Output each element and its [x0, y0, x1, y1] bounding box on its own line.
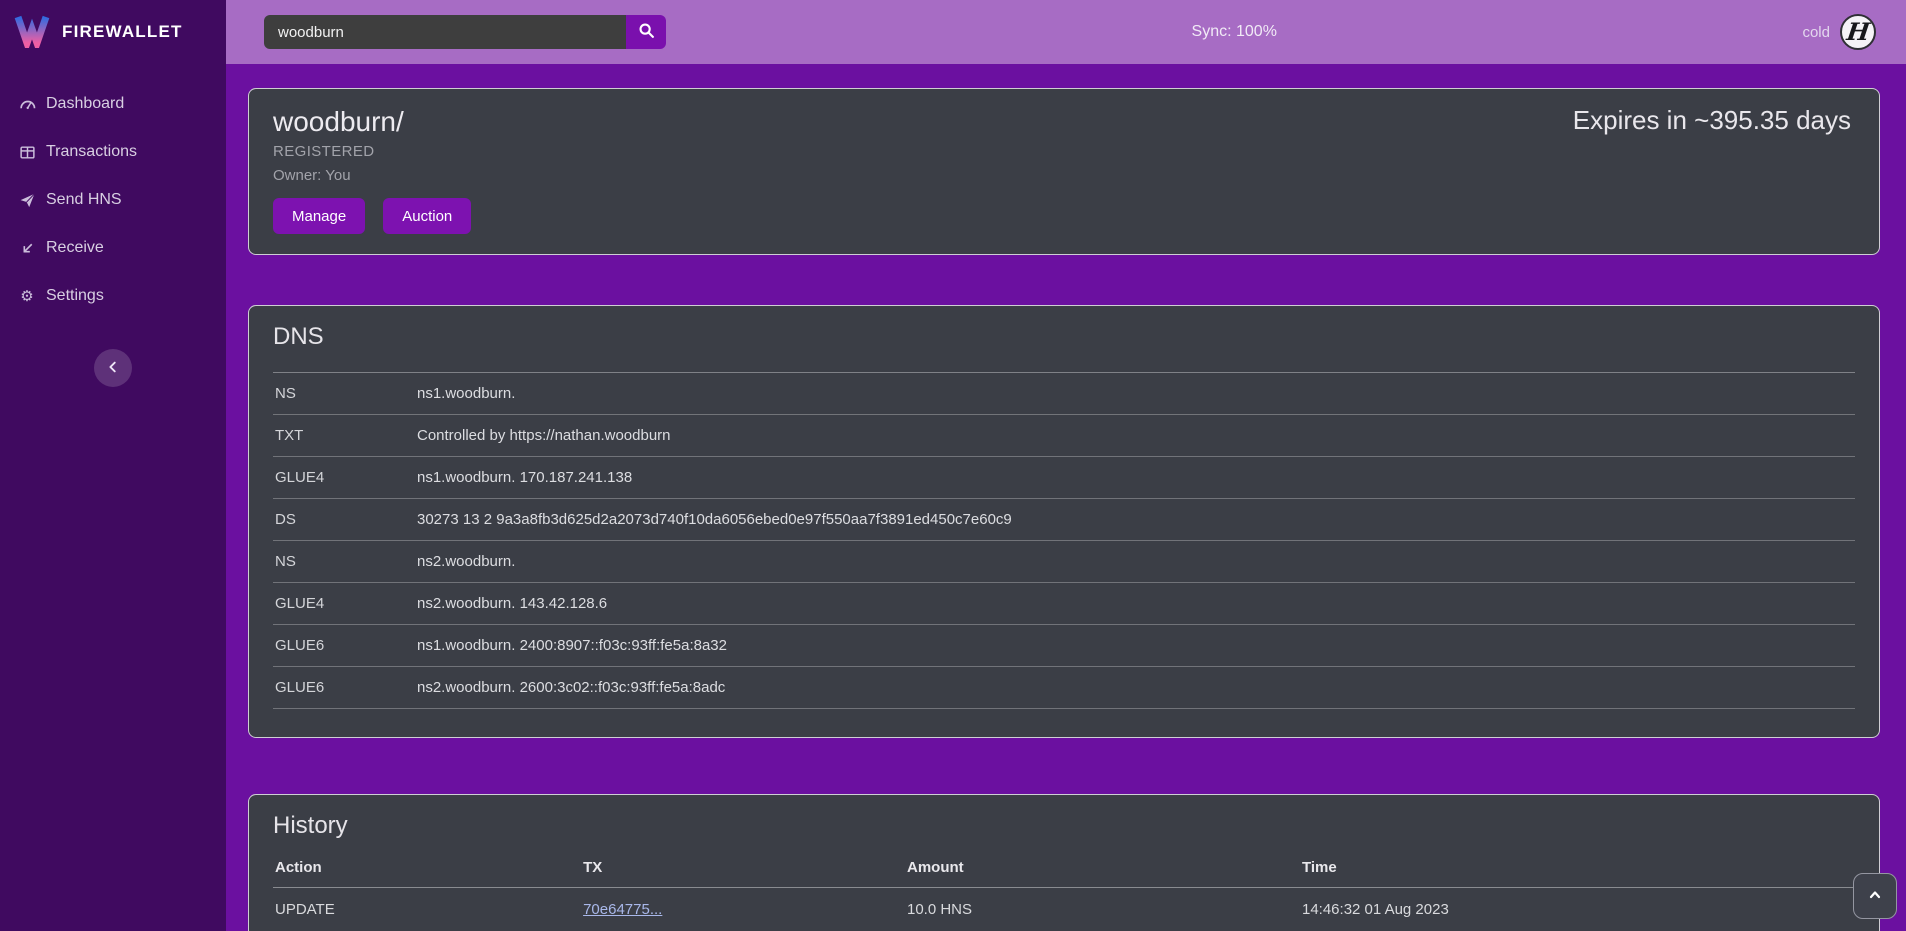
- dns-record-row: TXT Controlled by https://nathan.woodbur…: [273, 415, 1855, 457]
- domain-status: REGISTERED: [273, 142, 1855, 162]
- scroll-to-top-button[interactable]: [1853, 873, 1897, 919]
- sidebar-item-label: Dashboard: [46, 95, 124, 113]
- sync-status: Sync: 100%: [1192, 23, 1277, 41]
- send-icon: [18, 191, 36, 209]
- receive-arrow-icon: [18, 239, 36, 257]
- search-group: [264, 15, 666, 49]
- dns-record-value: Controlled by https://nathan.woodburn: [417, 426, 671, 445]
- wallet-account: cold H: [1802, 14, 1876, 50]
- sidebar-item-label: Settings: [46, 287, 104, 305]
- dns-record-row: NS ns1.woodburn.: [273, 372, 1855, 415]
- history-col-amount: Amount: [907, 859, 1302, 876]
- dns-record-value: ns2.woodburn.: [417, 552, 515, 571]
- sidebar-item-send-hns[interactable]: Send HNS: [0, 176, 226, 224]
- wallet-name-label: cold: [1802, 24, 1830, 41]
- dns-record-type: NS: [275, 552, 417, 571]
- dns-record-value: 30273 13 2 9a3a8fb3d625d2a2073d740f10da6…: [417, 510, 1012, 529]
- history-table: Action TX Amount Time UPDATE 70e64775...…: [273, 851, 1855, 931]
- dns-record-row: DS 30273 13 2 9a3a8fb3d625d2a2073d740f10…: [273, 499, 1855, 541]
- dns-record-value: ns1.woodburn.: [417, 384, 515, 403]
- history-col-time: Time: [1302, 859, 1855, 876]
- dns-record-type: GLUE6: [275, 678, 417, 697]
- history-col-action: Action: [275, 859, 583, 876]
- firewallet-w-logo-icon: [14, 12, 50, 53]
- domain-actions: Manage Auction: [273, 198, 1855, 234]
- dns-table: NS ns1.woodburn. TXT Controlled by https…: [273, 372, 1855, 709]
- history-row: UPDATE 70e64775... 10.0 HNS 14:46:32 01 …: [273, 888, 1855, 931]
- sidebar-item-transactions[interactable]: Transactions: [0, 128, 226, 176]
- history-header-row: Action TX Amount Time: [273, 851, 1855, 888]
- brand: FIREWALLET: [0, 0, 226, 64]
- domain-owner: Owner: You: [273, 166, 1855, 186]
- sidebar-item-label: Transactions: [46, 143, 137, 161]
- dns-card: DNS NS ns1.woodburn. TXT Controlled by h…: [248, 305, 1880, 738]
- dns-record-type: GLUE4: [275, 468, 417, 487]
- dns-record-row: GLUE4 ns1.woodburn. 170.187.241.138: [273, 457, 1855, 499]
- sidebar-item-settings[interactable]: ⚙ Settings: [0, 272, 226, 320]
- expires-label: Expires in ~395.35 days: [1573, 105, 1851, 136]
- dns-record-type: DS: [275, 510, 417, 529]
- sidebar-item-label: Send HNS: [46, 191, 122, 209]
- dns-record-value: ns1.woodburn. 2400:8907::f03c:93ff:fe5a:…: [417, 636, 727, 655]
- tx-link[interactable]: 70e64775...: [583, 901, 662, 918]
- dns-record-value: ns2.woodburn. 143.42.128.6: [417, 594, 607, 613]
- dns-record-value: ns1.woodburn. 170.187.241.138: [417, 468, 632, 487]
- dns-record-row: GLUE4 ns2.woodburn. 143.42.128.6: [273, 583, 1855, 625]
- handshake-logo-icon[interactable]: H: [1840, 14, 1876, 50]
- brand-title: FIREWALLET: [62, 22, 183, 42]
- dns-record-value: ns2.woodburn. 2600:3c02::f03c:93ff:fe5a:…: [417, 678, 725, 697]
- dns-record-type: GLUE6: [275, 636, 417, 655]
- history-card: History Action TX Amount Time UPDATE 70e…: [248, 794, 1880, 931]
- sidebar-item-label: Receive: [46, 239, 104, 257]
- dns-record-type: TXT: [275, 426, 417, 445]
- sidebar-item-receive[interactable]: Receive: [0, 224, 226, 272]
- search-icon: [638, 22, 655, 42]
- history-card-title: History: [273, 811, 1855, 841]
- history-time: 14:46:32 01 Aug 2023: [1302, 900, 1855, 919]
- dns-record-type: NS: [275, 384, 417, 403]
- domain-card: woodburn/ REGISTERED Owner: You Manage A…: [248, 88, 1880, 255]
- dns-record-row: NS ns2.woodburn.: [273, 541, 1855, 583]
- dns-card-title: DNS: [273, 322, 1855, 352]
- speedometer-icon: [18, 95, 36, 113]
- dns-record-type: GLUE4: [275, 594, 417, 613]
- manage-button[interactable]: Manage: [273, 198, 365, 234]
- search-input[interactable]: [264, 15, 626, 49]
- topbar: Sync: 100% cold H: [226, 0, 1906, 64]
- dns-record-row: GLUE6 ns1.woodburn. 2400:8907::f03c:93ff…: [273, 625, 1855, 667]
- search-button[interactable]: [626, 15, 666, 49]
- history-col-tx: TX: [583, 859, 907, 876]
- chevron-up-icon: [1867, 887, 1883, 906]
- auction-button[interactable]: Auction: [383, 198, 471, 234]
- chevron-left-icon: [106, 360, 120, 377]
- history-amount: 10.0 HNS: [907, 900, 1302, 919]
- dns-record-row: GLUE6 ns2.woodburn. 2600:3c02::f03c:93ff…: [273, 667, 1855, 709]
- history-action: UPDATE: [275, 900, 583, 919]
- sidebar: FIREWALLET Dashboard Transactions Send H…: [0, 0, 226, 931]
- main-content: woodburn/ REGISTERED Owner: You Manage A…: [226, 64, 1906, 931]
- sidebar-collapse-button[interactable]: [94, 349, 132, 387]
- sidebar-nav: Dashboard Transactions Send HNS Receive …: [0, 80, 226, 320]
- gear-icon: ⚙: [18, 287, 36, 305]
- table-icon: [18, 143, 36, 161]
- sidebar-item-dashboard[interactable]: Dashboard: [0, 80, 226, 128]
